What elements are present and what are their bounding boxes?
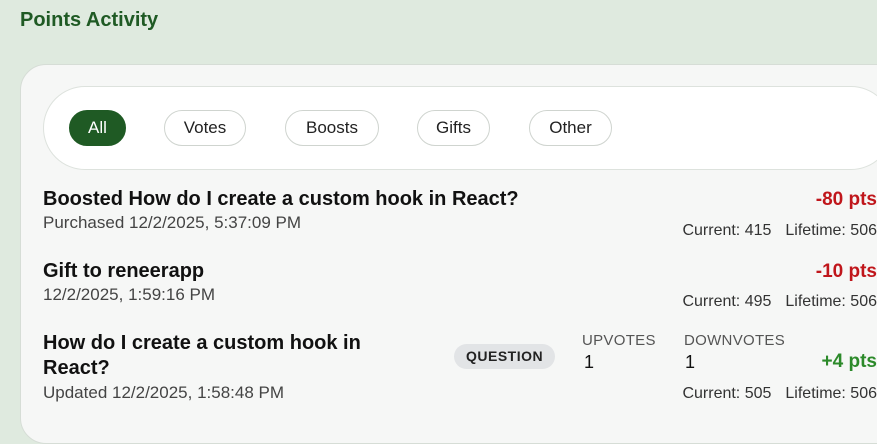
activity-timestamp: 12/2/2025, 1:59:16 PM: [43, 285, 216, 304]
filter-chip-boosts[interactable]: Boosts: [285, 110, 379, 146]
activity-timestamp: Purchased 12/2/2025, 5:37:09 PM: [43, 213, 302, 232]
lifetime-balance: Lifetime: 506: [785, 385, 877, 402]
downvotes-count: 1: [685, 352, 696, 372]
balance-summary: Current: 495 Lifetime: 506: [682, 293, 877, 311]
filter-chip-other[interactable]: Other: [529, 110, 612, 146]
filter-chip-votes[interactable]: Votes: [164, 110, 246, 146]
points-change: +4 pts: [821, 351, 877, 372]
balance-summary: Current: 415 Lifetime: 506: [682, 222, 877, 240]
activity-title: Gift to reneerapp: [43, 260, 205, 282]
lifetime-balance: Lifetime: 506: [785, 293, 877, 310]
downvotes-label: DOWNVOTES: [684, 332, 786, 349]
points-change: -10 pts: [815, 261, 877, 282]
activity-title-line1: How do I create a custom hook in: [43, 332, 361, 354]
activity-title: Boosted How do I create a custom hook in…: [43, 188, 519, 210]
filter-chip-all[interactable]: All: [69, 110, 126, 146]
current-balance: Current: 495: [682, 293, 772, 310]
filter-chip-gifts[interactable]: Gifts: [417, 110, 490, 146]
upvotes-label: UPVOTES: [582, 332, 656, 349]
current-balance: Current: 415: [682, 222, 772, 239]
activity-timestamp: Updated 12/2/2025, 1:58:48 PM: [43, 383, 285, 402]
type-badge: QUESTION: [454, 344, 556, 369]
balance-summary: Current: 505 Lifetime: 506: [682, 385, 877, 403]
lifetime-balance: Lifetime: 506: [785, 222, 877, 239]
page-title: Points Activity: [20, 9, 159, 31]
activity-title-line2: React?: [43, 357, 110, 379]
current-balance: Current: 505: [682, 385, 772, 402]
points-change: -80 pts: [815, 189, 877, 210]
upvotes-count: 1: [584, 352, 595, 372]
